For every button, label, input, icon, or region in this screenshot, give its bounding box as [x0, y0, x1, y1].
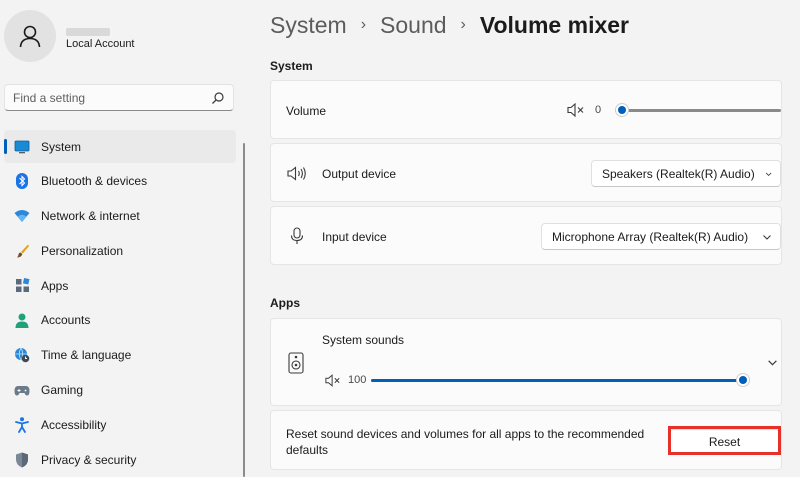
- accessibility-icon: [14, 417, 30, 433]
- system-sounds-label: System sounds: [322, 333, 405, 347]
- sidebar-item-privacy[interactable]: Privacy & security: [4, 443, 236, 476]
- user-profile[interactable]: Local Account: [4, 10, 244, 66]
- wifi-icon: [14, 208, 30, 224]
- person-icon: [19, 25, 41, 48]
- system-sounds-slider[interactable]: [371, 373, 750, 387]
- sidebar-item-label: Gaming: [41, 383, 84, 398]
- monitor-icon: [14, 139, 30, 155]
- sidebar-item-label: Network & internet: [41, 209, 140, 224]
- chevron-down-icon: [763, 234, 771, 240]
- microphone-icon: [290, 227, 304, 244]
- sidebar-item-network[interactable]: Network & internet: [4, 200, 236, 233]
- output-device-value: Speakers (Realtek(R) Audio): [602, 166, 755, 181]
- sidebar-item-label: Accessibility: [41, 417, 107, 432]
- sidebar-item-label: Apps: [41, 278, 69, 293]
- sidebar-item-label: Privacy & security: [41, 452, 137, 467]
- globe-clock-icon: [14, 347, 30, 363]
- search-icon[interactable]: [211, 91, 225, 105]
- sidebar-item-time-language[interactable]: Time & language: [4, 339, 236, 372]
- sidebar: Local Account System Bluetooth & devices…: [0, 0, 250, 477]
- slider-thumb[interactable]: [736, 373, 750, 387]
- sidebar-item-label: Accounts: [41, 313, 91, 328]
- section-title-system: System: [270, 59, 313, 73]
- chevron-right-icon: ›: [460, 16, 466, 33]
- sidebar-item-label: System: [41, 139, 82, 154]
- volume-slider[interactable]: [615, 103, 781, 117]
- sidebar-item-label: Time & language: [41, 348, 132, 363]
- sidebar-item-accounts[interactable]: Accounts: [4, 304, 236, 337]
- sidebar-item-bluetooth[interactable]: Bluetooth & devices: [4, 165, 236, 198]
- sidebar-scrollbar[interactable]: [243, 143, 245, 477]
- speaker-icon: [287, 166, 306, 181]
- search-box[interactable]: [4, 84, 234, 111]
- output-device-dropdown[interactable]: Speakers (Realtek(R) Audio): [591, 160, 781, 187]
- breadcrumb-system[interactable]: System: [270, 12, 347, 39]
- section-title-apps: Apps: [270, 296, 300, 310]
- volume-card: Volume 0: [270, 80, 782, 139]
- breadcrumb-sound[interactable]: Sound: [380, 12, 447, 39]
- sidebar-item-label: Bluetooth & devices: [41, 174, 148, 189]
- slider-track: [615, 109, 781, 112]
- page-title: Volume mixer: [479, 11, 629, 38]
- nav-list: System Bluetooth & devices Network & int…: [4, 130, 236, 477]
- speaker-muted-icon[interactable]: [567, 103, 585, 117]
- input-device-dropdown[interactable]: Microphone Array (Realtek(R) Audio): [541, 223, 781, 250]
- speaker-muted-icon[interactable]: [325, 374, 341, 387]
- output-device-card: Output device Speakers (Realtek(R) Audio…: [270, 143, 782, 202]
- input-device-card: Input device Microphone Array (Realtek(R…: [270, 206, 782, 265]
- system-sounds-value: 100: [348, 374, 367, 386]
- chevron-down-icon: [765, 172, 772, 176]
- output-device-label: Output device: [322, 167, 397, 181]
- account-type: Local Account: [66, 38, 135, 50]
- system-sounds-card: System sounds 100: [270, 318, 782, 406]
- volume-value: 0: [595, 104, 602, 116]
- avatar: [4, 10, 56, 62]
- slider-thumb[interactable]: [615, 103, 629, 117]
- reset-button[interactable]: Reset: [670, 429, 779, 454]
- person-icon: [14, 312, 30, 328]
- profile-name: [66, 28, 110, 36]
- reset-description: Reset sound devices and volumes for all …: [286, 427, 645, 457]
- reset-card: Reset sound devices and volumes for all …: [270, 410, 782, 470]
- breadcrumb: System › Sound › Volume mixer: [270, 10, 629, 40]
- apps-icon: [14, 278, 30, 294]
- paintbrush-icon: [14, 243, 30, 259]
- sidebar-item-personalization[interactable]: Personalization: [4, 234, 236, 267]
- sidebar-item-accessibility[interactable]: Accessibility: [4, 408, 236, 441]
- chevron-down-icon[interactable]: [767, 357, 778, 368]
- input-device-value: Microphone Array (Realtek(R) Audio): [552, 229, 749, 244]
- search-input[interactable]: [13, 90, 211, 105]
- sidebar-item-gaming[interactable]: Gaming: [4, 374, 236, 407]
- chevron-right-icon: ›: [360, 16, 367, 33]
- bluetooth-icon: [14, 173, 30, 190]
- speaker-device-icon: [288, 352, 304, 374]
- volume-label: Volume: [286, 104, 327, 118]
- sidebar-item-system[interactable]: System: [4, 130, 236, 163]
- sidebar-item-label: Personalization: [41, 243, 124, 258]
- gamepad-icon: [14, 382, 30, 398]
- shield-icon: [14, 452, 30, 468]
- input-device-label: Input device: [322, 230, 387, 244]
- slider-fill: [371, 379, 743, 382]
- sidebar-item-apps[interactable]: Apps: [4, 269, 236, 302]
